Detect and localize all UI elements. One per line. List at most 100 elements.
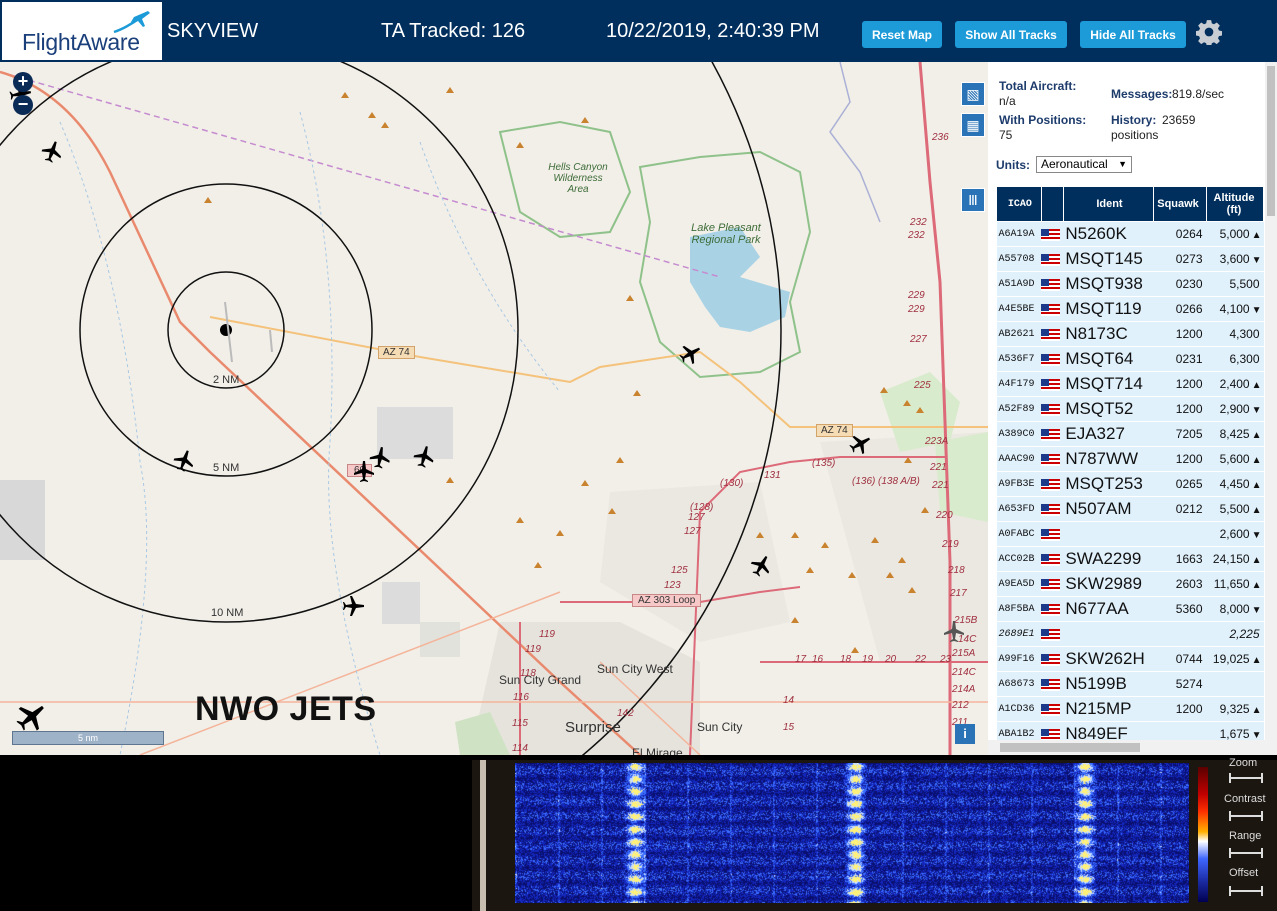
us-flag-icon [1041,503,1061,516]
column-header-altitude[interactable]: Altitude (ft) [1206,186,1264,222]
table-row[interactable]: A1CD36 N215MP 1200 9,325 ▲ [996,696,1264,722]
hide-all-tracks-button[interactable]: Hide All Tracks [1080,21,1186,48]
icao-cell: A55708 [996,246,1042,272]
aircraft-icon[interactable] [412,445,436,469]
column-header-squawk[interactable]: Squawk [1153,186,1207,222]
column-header-icao[interactable]: ICAO [996,186,1042,222]
sidebar-vertical-scrollbar[interactable] [1265,62,1277,742]
altitude-value: 9,325 [1219,702,1250,716]
exit-label: 225 [914,380,931,391]
column-header-flag[interactable] [1040,186,1064,222]
table-row[interactable]: A8F5BA N677AA 5360 8,000 ▼ [996,596,1264,622]
show-all-tracks-button[interactable]: Show All Tracks [955,21,1067,48]
exit-label: 14 [783,695,795,706]
zoom-slider[interactable] [1229,773,1263,783]
road-label-az303: AZ 303 Loop [632,594,702,607]
altitude-trend-icon: ▲ [1251,705,1262,716]
table-row[interactable]: A536F7 MSQT64 0231 6,300 [996,346,1264,372]
altitude-cell: 2,900 ▼ [1206,396,1264,422]
column-toggle-icon[interactable]: Ⅲ [961,188,985,212]
table-row[interactable]: A389C0 EJA327 7205 8,425 ▲ [996,421,1264,447]
altitude-trend-icon: ▲ [1251,230,1262,241]
exit-label: 223A [925,436,949,447]
units-select[interactable]: Aeronautical ▼ [1036,156,1132,173]
map-view[interactable]: 2 NM 5 NM 10 NM Hells Canyon Wilderness … [0,62,988,755]
table-row[interactable]: ACC02B SWA2299 1663 24,150 ▲ [996,546,1264,572]
flightaware-logo[interactable]: FlightAware [2,2,162,60]
aircraft-icon[interactable] [942,620,966,644]
icao-cell: A536F7 [996,346,1042,372]
place-sun-city-grand: Sun City Grand [499,673,582,687]
exit-label: 229 [908,304,925,315]
table-row[interactable]: A68673 N5199B 5274 [996,671,1264,697]
exit-label: (130) [720,478,744,489]
ident-cell: MSQT52 [1063,396,1154,422]
table-row[interactable]: A6A19A N5260K 0264 5,000 ▲ [996,221,1264,247]
altitude-value: 2,900 [1219,402,1250,416]
table-row[interactable]: A52F89 MSQT52 1200 2,900 ▼ [996,396,1264,422]
table-row[interactable]: A9FB3E MSQT253 0265 4,450 ▲ [996,471,1264,497]
altitude-cell: 3,600 ▼ [1206,246,1264,272]
exit-label: 118 [520,668,536,679]
scrollbar-thumb[interactable] [1267,66,1275,216]
scrollbar-thumb[interactable] [1000,743,1140,752]
squawk-cell: 5274 [1153,671,1207,697]
ident-cell: N8173C [1063,321,1154,347]
aircraft-icon[interactable] [341,594,365,618]
table-row[interactable]: 2689E1 2,225 [996,621,1264,647]
table-row[interactable]: AAAC90 N787WW 1200 5,600 ▲ [996,446,1264,472]
altitude-value: 8,000 [1219,602,1250,616]
ident-cell: EJA327 [1063,421,1154,447]
table-row[interactable]: A4E5BE MSQT119 0266 4,100 ▼ [996,296,1264,322]
altitude-value: 1,675 [1219,727,1250,741]
aircraft-icon[interactable] [14,700,48,734]
column-header-ident[interactable]: Ident [1062,186,1155,222]
sidebar-horizontal-scrollbar[interactable] [988,740,1277,755]
altitude-cell: 5,500 ▲ [1206,496,1264,522]
reset-map-button[interactable]: Reset Map [862,21,942,48]
info-button[interactable]: i [955,724,975,744]
squawk-cell: 0212 [1153,496,1207,522]
aircraft-icon[interactable] [848,432,872,456]
flag-cell [1041,446,1064,472]
aircraft-icon[interactable] [749,554,773,578]
squawk-cell: 1200 [1153,321,1207,347]
table-row[interactable]: A55708 MSQT145 0273 3,600 ▼ [996,246,1264,272]
exit-label: 18 [840,654,852,665]
zoom-in-button[interactable]: + [13,72,33,92]
range-slider[interactable] [1229,848,1263,858]
exit-label: (135) [812,458,836,469]
ident-cell: MSQT64 [1063,346,1154,372]
aircraft-icon[interactable] [352,460,376,484]
zoom-out-button[interactable]: − [13,95,33,115]
us-flag-icon [1041,678,1061,691]
place-el-mirage: El Mirage [632,746,683,755]
us-flag-icon [1041,353,1061,366]
squawk-cell: 1200 [1153,446,1207,472]
table-row[interactable]: A51A9D MSQT938 0230 5,500 [996,271,1264,297]
altitude-trend-icon: ▲ [1251,480,1262,491]
table-row[interactable]: A0FABC 2,600 ▼ [996,521,1264,547]
table-row[interactable]: A4F179 MSQT714 1200 2,400 ▲ [996,371,1264,397]
us-flag-icon [1041,478,1061,491]
grid-icon[interactable]: ▦ [961,113,985,137]
contrast-slider[interactable] [1229,811,1263,821]
altitude-cell [1206,671,1264,697]
aircraft-icon[interactable] [172,449,196,473]
offset-slider[interactable] [1229,886,1263,896]
table-row[interactable]: A9EA5D SKW2989 2603 11,650 ▲ [996,571,1264,597]
gear-icon[interactable] [1196,19,1222,45]
table-row[interactable]: A99F16 SKW262H 0744 19,025 ▲ [996,646,1264,672]
altitude-value: 5,500 [1219,502,1250,516]
altitude-trend-icon: ▲ [1251,430,1262,441]
aircraft-icon[interactable] [678,342,702,366]
table-row[interactable]: A653FD N507AM 0212 5,500 ▲ [996,496,1264,522]
history-label: History: [1111,113,1157,127]
messages-label: Messages: [1111,87,1173,101]
altitude-value: 19,025 [1212,652,1250,666]
exit-label: 20 [885,654,897,665]
map-layers-icon[interactable]: ▧ [961,82,985,106]
aircraft-icon[interactable] [40,140,64,164]
table-row[interactable]: AB2621 N8173C 1200 4,300 [996,321,1264,347]
road-label-az74: AZ 74 [378,346,415,359]
